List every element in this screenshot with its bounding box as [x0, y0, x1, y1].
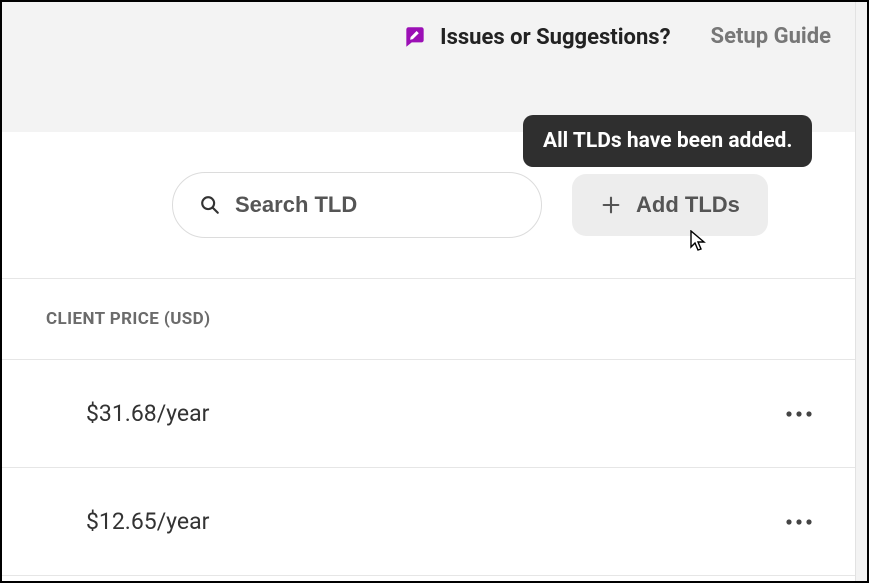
top-bar: Issues or Suggestions? Setup Guide — [2, 2, 867, 132]
search-tld-box[interactable] — [172, 172, 542, 238]
tooltip-text: All TLDs have been added. — [543, 129, 792, 153]
column-header: CLIENT PRICE (USD) — [2, 278, 867, 360]
add-tlds-label: Add TLDs — [636, 192, 740, 218]
tooltip: All TLDs have been added. — [523, 115, 812, 167]
scrollbar-track[interactable] — [855, 2, 867, 581]
price-cell: $12.65/year — [86, 508, 209, 535]
search-icon — [199, 194, 221, 216]
issues-suggestions-link[interactable]: Issues or Suggestions? — [402, 24, 670, 50]
setup-guide-label: Setup Guide — [711, 24, 831, 49]
row-actions-button[interactable] — [767, 512, 831, 532]
setup-guide-link[interactable]: Setup Guide — [711, 24, 831, 49]
issues-suggestions-label: Issues or Suggestions? — [440, 25, 670, 50]
row-actions-button[interactable] — [767, 404, 831, 424]
table-row: $31.68/year — [2, 360, 867, 468]
column-header-label: CLIENT PRICE (USD) — [46, 309, 211, 329]
ellipsis-icon — [785, 518, 813, 526]
search-input[interactable] — [235, 192, 515, 218]
plus-icon — [600, 194, 622, 216]
content-area: Add TLDs CLIENT PRICE (USD) $31.68/year … — [2, 132, 867, 576]
ellipsis-icon — [785, 410, 813, 418]
add-tlds-button[interactable]: Add TLDs — [572, 174, 768, 236]
comment-edit-icon — [402, 24, 428, 50]
table-row: $12.65/year — [2, 468, 867, 576]
price-cell: $31.68/year — [86, 400, 209, 427]
